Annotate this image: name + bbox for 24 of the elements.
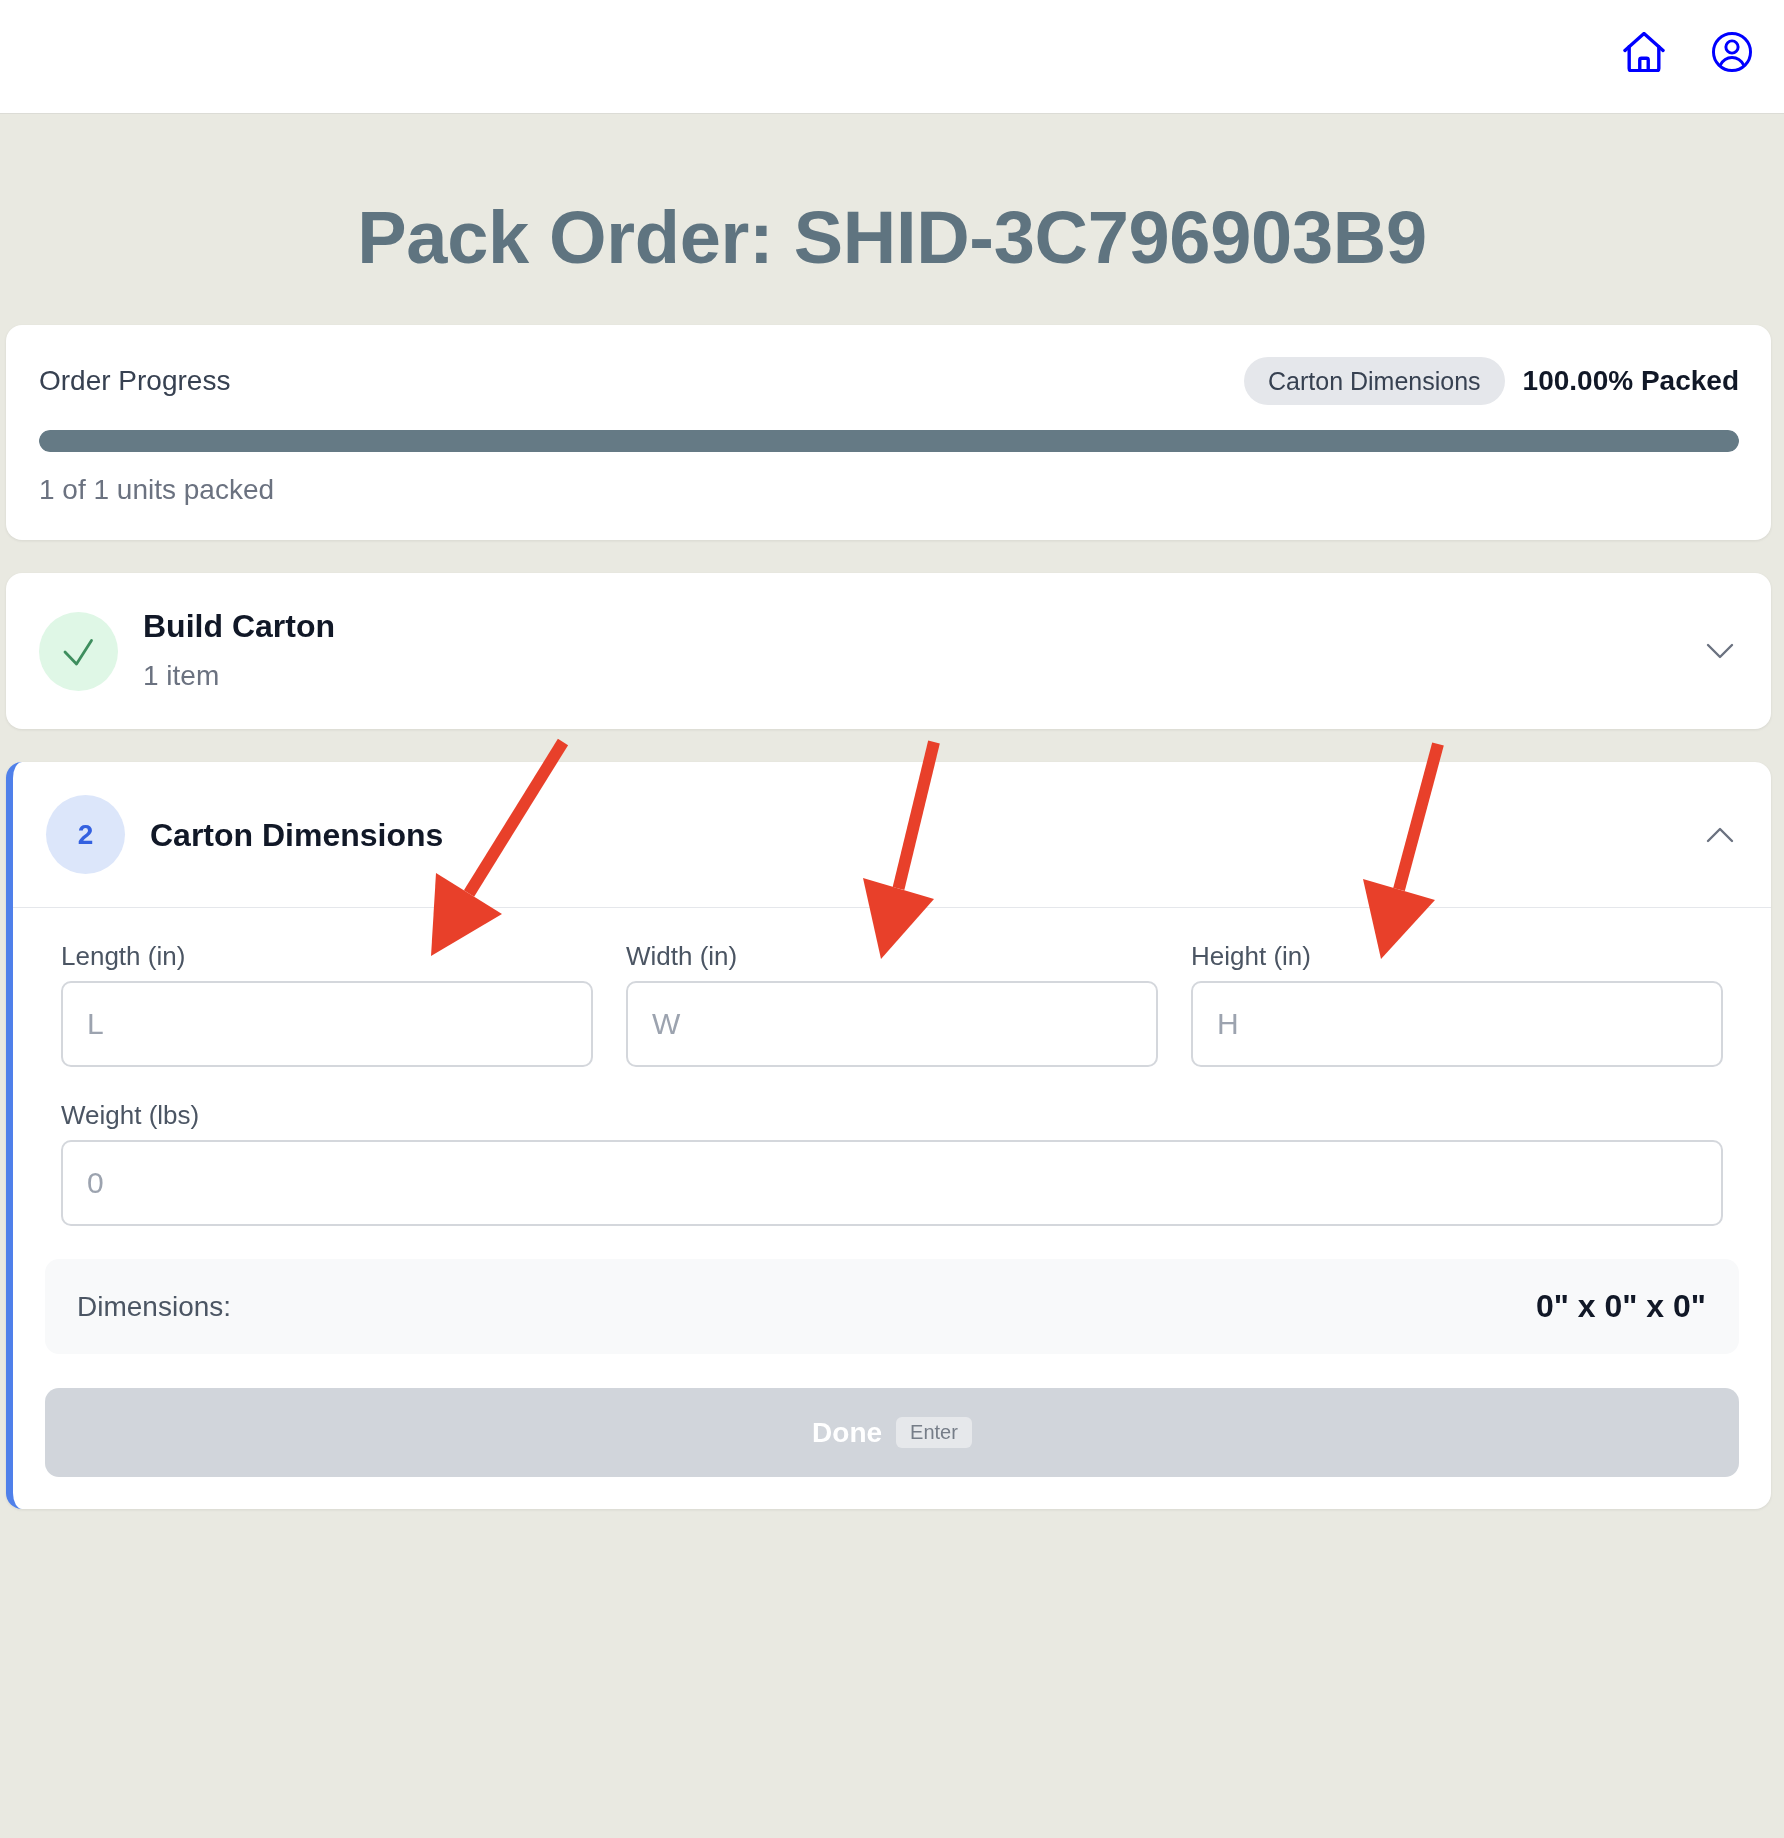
field-label: Length (in) [61,942,186,970]
shortcut-key: Enter [896,1417,972,1448]
chevron-up-icon[interactable] [1706,826,1734,843]
field-label: Weight (lbs) [61,1101,200,1129]
card-title: Order Progress [39,365,231,397]
step-subtitle: 1 item [143,659,220,693]
user-icon[interactable] [1712,32,1752,72]
chevron-down-icon[interactable] [1706,643,1734,659]
field-label: Height (in) [1191,942,1311,970]
units-packed: 1 of 1 units packed [39,473,275,507]
input-field[interactable]: W [626,981,1158,1067]
percent-packed: 100.00% Packed [1522,365,1739,397]
input-field[interactable]: 0 [61,1140,1723,1226]
step-title: Build Carton [143,607,335,646]
step-title: Carton Dimensions [150,815,444,855]
current-step-badge: Carton Dimensions [1244,357,1505,405]
summary-value: 0" x 0" x 0" [1535,1288,1706,1325]
home-icon[interactable] [1623,32,1665,72]
page-title: Pack Order: SHID-3C796903B9 [357,195,1427,281]
input-field[interactable]: L [61,981,593,1067]
field-label: Width (in) [626,942,738,970]
summary-label: Dimensions: [77,1290,232,1323]
input-field[interactable]: H [1191,981,1723,1067]
step-number: 2 [46,795,125,874]
